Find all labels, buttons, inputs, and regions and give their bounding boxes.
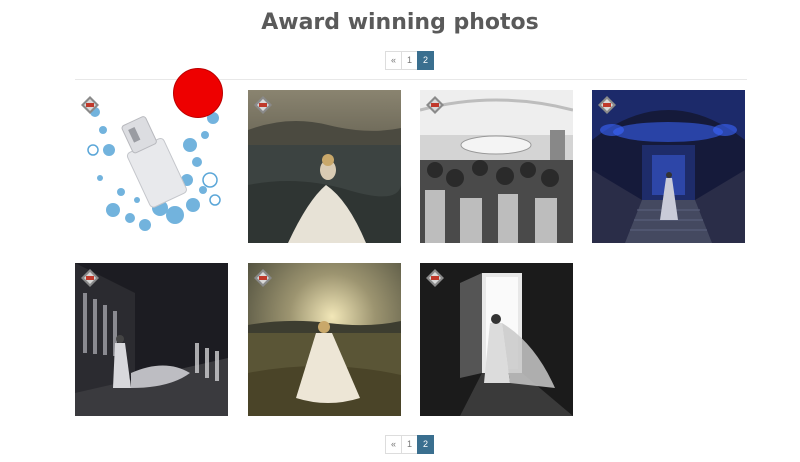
photo-blue-staircase[interactable] — [592, 90, 745, 243]
award-badge-icon — [597, 95, 617, 115]
award-badge-icon — [425, 95, 445, 115]
prev-page-button[interactable]: « — [385, 435, 402, 454]
red-circle — [173, 68, 223, 118]
photo-bride-corridor[interactable] — [75, 263, 228, 416]
photo-wedding-dance[interactable] — [420, 90, 573, 243]
award-badge-icon — [80, 95, 100, 115]
award-badge-icon — [253, 95, 273, 115]
award-badge-icon — [425, 268, 445, 288]
photo-bride-field[interactable] — [248, 263, 401, 416]
prev-page-button[interactable]: « — [385, 51, 402, 70]
photo-bride-sea[interactable] — [248, 90, 401, 243]
page-1-button[interactable]: 1 — [401, 435, 418, 454]
award-badge-icon — [80, 268, 100, 288]
pagination-top: « 1 2 — [385, 51, 434, 70]
photo-bride-doorway[interactable] — [420, 263, 573, 416]
award-badge-icon — [253, 268, 273, 288]
page-2-button[interactable]: 2 — [417, 51, 434, 70]
pagination-bottom: « 1 2 — [385, 435, 434, 454]
page-1-button[interactable]: 1 — [401, 51, 418, 70]
page-2-button[interactable]: 2 — [417, 435, 434, 454]
page-title: Award winning photos — [261, 10, 539, 35]
